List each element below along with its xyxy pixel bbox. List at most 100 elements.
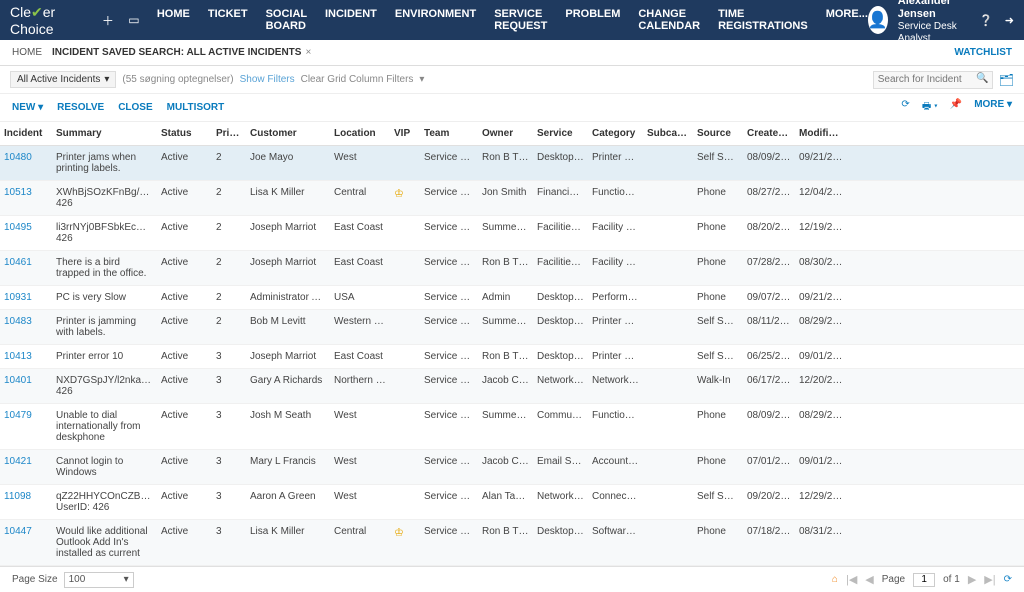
table-row[interactable]: 10461There is a bird trapped in the offi… (0, 251, 1024, 286)
logout-icon[interactable]: ➜ (1005, 14, 1014, 27)
incident-link[interactable]: 11098 (4, 491, 31, 502)
nav-more[interactable]: MORE... (826, 8, 868, 32)
incident-link[interactable]: 10483 (4, 316, 32, 327)
table-row[interactable]: 10447Would like additional Outlook Add I… (0, 520, 1024, 566)
cell-category: Software Failu... (588, 520, 643, 566)
table-row[interactable]: 10483Printer is jamming with labels.Acti… (0, 310, 1024, 345)
close-button[interactable]: CLOSE (118, 102, 152, 113)
first-page-icon[interactable]: |◀ (846, 573, 857, 586)
cell-created: 08/09/2022 ... (743, 146, 795, 181)
search-input[interactable] (873, 71, 993, 89)
nav-incident[interactable]: INCIDENT (325, 8, 377, 32)
nav-environment[interactable]: ENVIRONMENT (395, 8, 476, 32)
incident-link[interactable]: 10461 (4, 257, 32, 268)
vip-icon (390, 251, 420, 286)
table-row[interactable]: 11098 qZ22HHYCOnCZBJygDrSNlQm... UserID: … (0, 485, 1024, 520)
cell-modified: 12/29/2023 ... (795, 485, 847, 520)
incident-link[interactable]: 10480 (4, 152, 32, 163)
cell-created: 07/28/2022 ... (743, 251, 795, 286)
cell-location: USA (330, 286, 390, 310)
close-tab-icon[interactable]: × (305, 47, 311, 58)
cell-modified: 09/21/2022 ... (795, 146, 847, 181)
nav-time-reg[interactable]: TIME REGISTRATIONS (718, 8, 808, 32)
nav-ticket[interactable]: TICKET (208, 8, 248, 32)
refresh-icon[interactable]: ⟳ (901, 99, 909, 116)
cell-category: Printer Failure (588, 345, 643, 369)
incident-link[interactable]: 10931 (4, 292, 32, 303)
table-row[interactable]: 10480Printer jams when printing labels.A… (0, 146, 1024, 181)
incident-link[interactable]: 10421 (4, 456, 32, 467)
incident-link[interactable]: 10447 (4, 526, 32, 537)
user-name: Alexander Jensen (898, 0, 959, 21)
chat-icon[interactable]: ▭ (126, 12, 142, 28)
last-page-icon[interactable]: ▶| (984, 573, 995, 586)
incident-link[interactable]: 10413 (4, 351, 32, 362)
filter-chevron-icon[interactable]: ▾ (419, 74, 424, 85)
incident-link[interactable]: 10401 (4, 375, 32, 386)
search-icon[interactable]: 🔍 (976, 73, 988, 84)
more-dropdown[interactable]: MORE ▾ (974, 99, 1012, 116)
cell-owner: Summer Davis (478, 216, 533, 251)
cell-status: Active (157, 216, 212, 251)
cell-subcategory (643, 216, 693, 251)
cell-priority: 2 (212, 251, 246, 286)
table-row[interactable]: 10401NXD7GSpJY/l2nkabo9B1kg4E9... 426Act… (0, 369, 1024, 404)
brand-logo: Cle✔er Choice (10, 4, 80, 37)
print-icon[interactable]: 🖶 ▾ (922, 99, 938, 116)
table-row[interactable]: 10421Cannot login to WindowsActive3Mary … (0, 450, 1024, 485)
table-header[interactable]: IncidentSummaryStatusPriorityCustomerLoc… (0, 122, 1024, 146)
prev-page-icon[interactable]: ◀ (865, 573, 873, 586)
help-icon[interactable]: ❔ (979, 14, 993, 27)
nav-social[interactable]: SOCIAL BOARD (266, 8, 307, 32)
page-size-select[interactable]: 100▾ (64, 572, 134, 588)
table-row[interactable]: 10479 Unable to dial internationally from… (0, 404, 1024, 450)
cell-summary: Unable to dial internationally from desk… (52, 404, 157, 450)
pin-icon[interactable]: 📌 (950, 99, 962, 116)
cell-team: Service Desk (420, 345, 478, 369)
cell-location: East Coast (330, 251, 390, 286)
watchlist-link[interactable]: WATCHLIST (954, 47, 1012, 58)
nav-home[interactable]: HOME (157, 8, 190, 32)
clear-grid-filters[interactable]: Clear Grid Column Filters (301, 74, 414, 85)
cell-location: West (330, 146, 390, 181)
cell-summary: Printer is jamming with labels. (52, 310, 157, 345)
cell-subcategory (643, 310, 693, 345)
cell-priority: 2 (212, 181, 246, 216)
resolve-button[interactable]: RESOLVE (57, 102, 104, 113)
cell-customer: Joe Mayo (246, 146, 330, 181)
cell-created: 09/20/2022 ... (743, 485, 795, 520)
cell-team: Service Desk (420, 146, 478, 181)
cell-modified: 12/19/2023 ... (795, 216, 847, 251)
folder-icon[interactable]: 🗂 (999, 73, 1014, 87)
cell-summary: XWhBjSOzKFnBg/g6XmD+sX1... 426 (52, 181, 157, 216)
table-row[interactable]: 10513XWhBjSOzKFnBg/g6XmD+sX1... 426Activ… (0, 181, 1024, 216)
cell-subcategory (643, 146, 693, 181)
page-input[interactable] (913, 573, 935, 587)
cell-created: 08/20/2022 ... (743, 216, 795, 251)
cell-subcategory (643, 520, 693, 566)
table-row[interactable]: 10413Printer error 10Active3Joseph Marri… (0, 345, 1024, 369)
avatar[interactable]: 👤 (868, 6, 888, 34)
table-row[interactable]: 10495li3rrNYj0BFSbkEcmdJ4CHtWF... 426Act… (0, 216, 1024, 251)
table-row[interactable]: 10931PC is very SlowActive2Administrator… (0, 286, 1024, 310)
new-button[interactable]: NEW ▾ (12, 102, 43, 113)
multisort-button[interactable]: MULTISORT (167, 102, 225, 113)
incident-link[interactable]: 10495 (4, 222, 32, 233)
cell-status: Active (157, 345, 212, 369)
cell-priority: 3 (212, 404, 246, 450)
cell-team: Service Desk (420, 216, 478, 251)
add-icon[interactable]: ＋ (100, 12, 116, 28)
crumb-home[interactable]: HOME (12, 47, 42, 58)
show-filters[interactable]: Show Filters (240, 74, 295, 85)
cell-summary: qZ22HHYCOnCZBJygDrSNlQm... UserID: 426 (52, 485, 157, 520)
incident-link[interactable]: 10479 (4, 410, 32, 421)
view-dropdown[interactable]: All Active Incidents ▾ (10, 71, 116, 88)
next-page-icon[interactable]: ▶ (968, 573, 976, 586)
nav-problem[interactable]: PROBLEM (565, 8, 620, 32)
nav-change-calendar[interactable]: CHANGE CALENDAR (638, 8, 700, 32)
cell-summary: NXD7GSpJY/l2nkabo9B1kg4E9... 426 (52, 369, 157, 404)
crumb-page[interactable]: INCIDENT SAVED SEARCH: ALL ACTIVE INCIDE… (52, 47, 301, 58)
cell-team: Service Desk (420, 520, 478, 566)
incident-link[interactable]: 10513 (4, 187, 32, 198)
nav-service-request[interactable]: SERVICE REQUEST (494, 8, 547, 32)
